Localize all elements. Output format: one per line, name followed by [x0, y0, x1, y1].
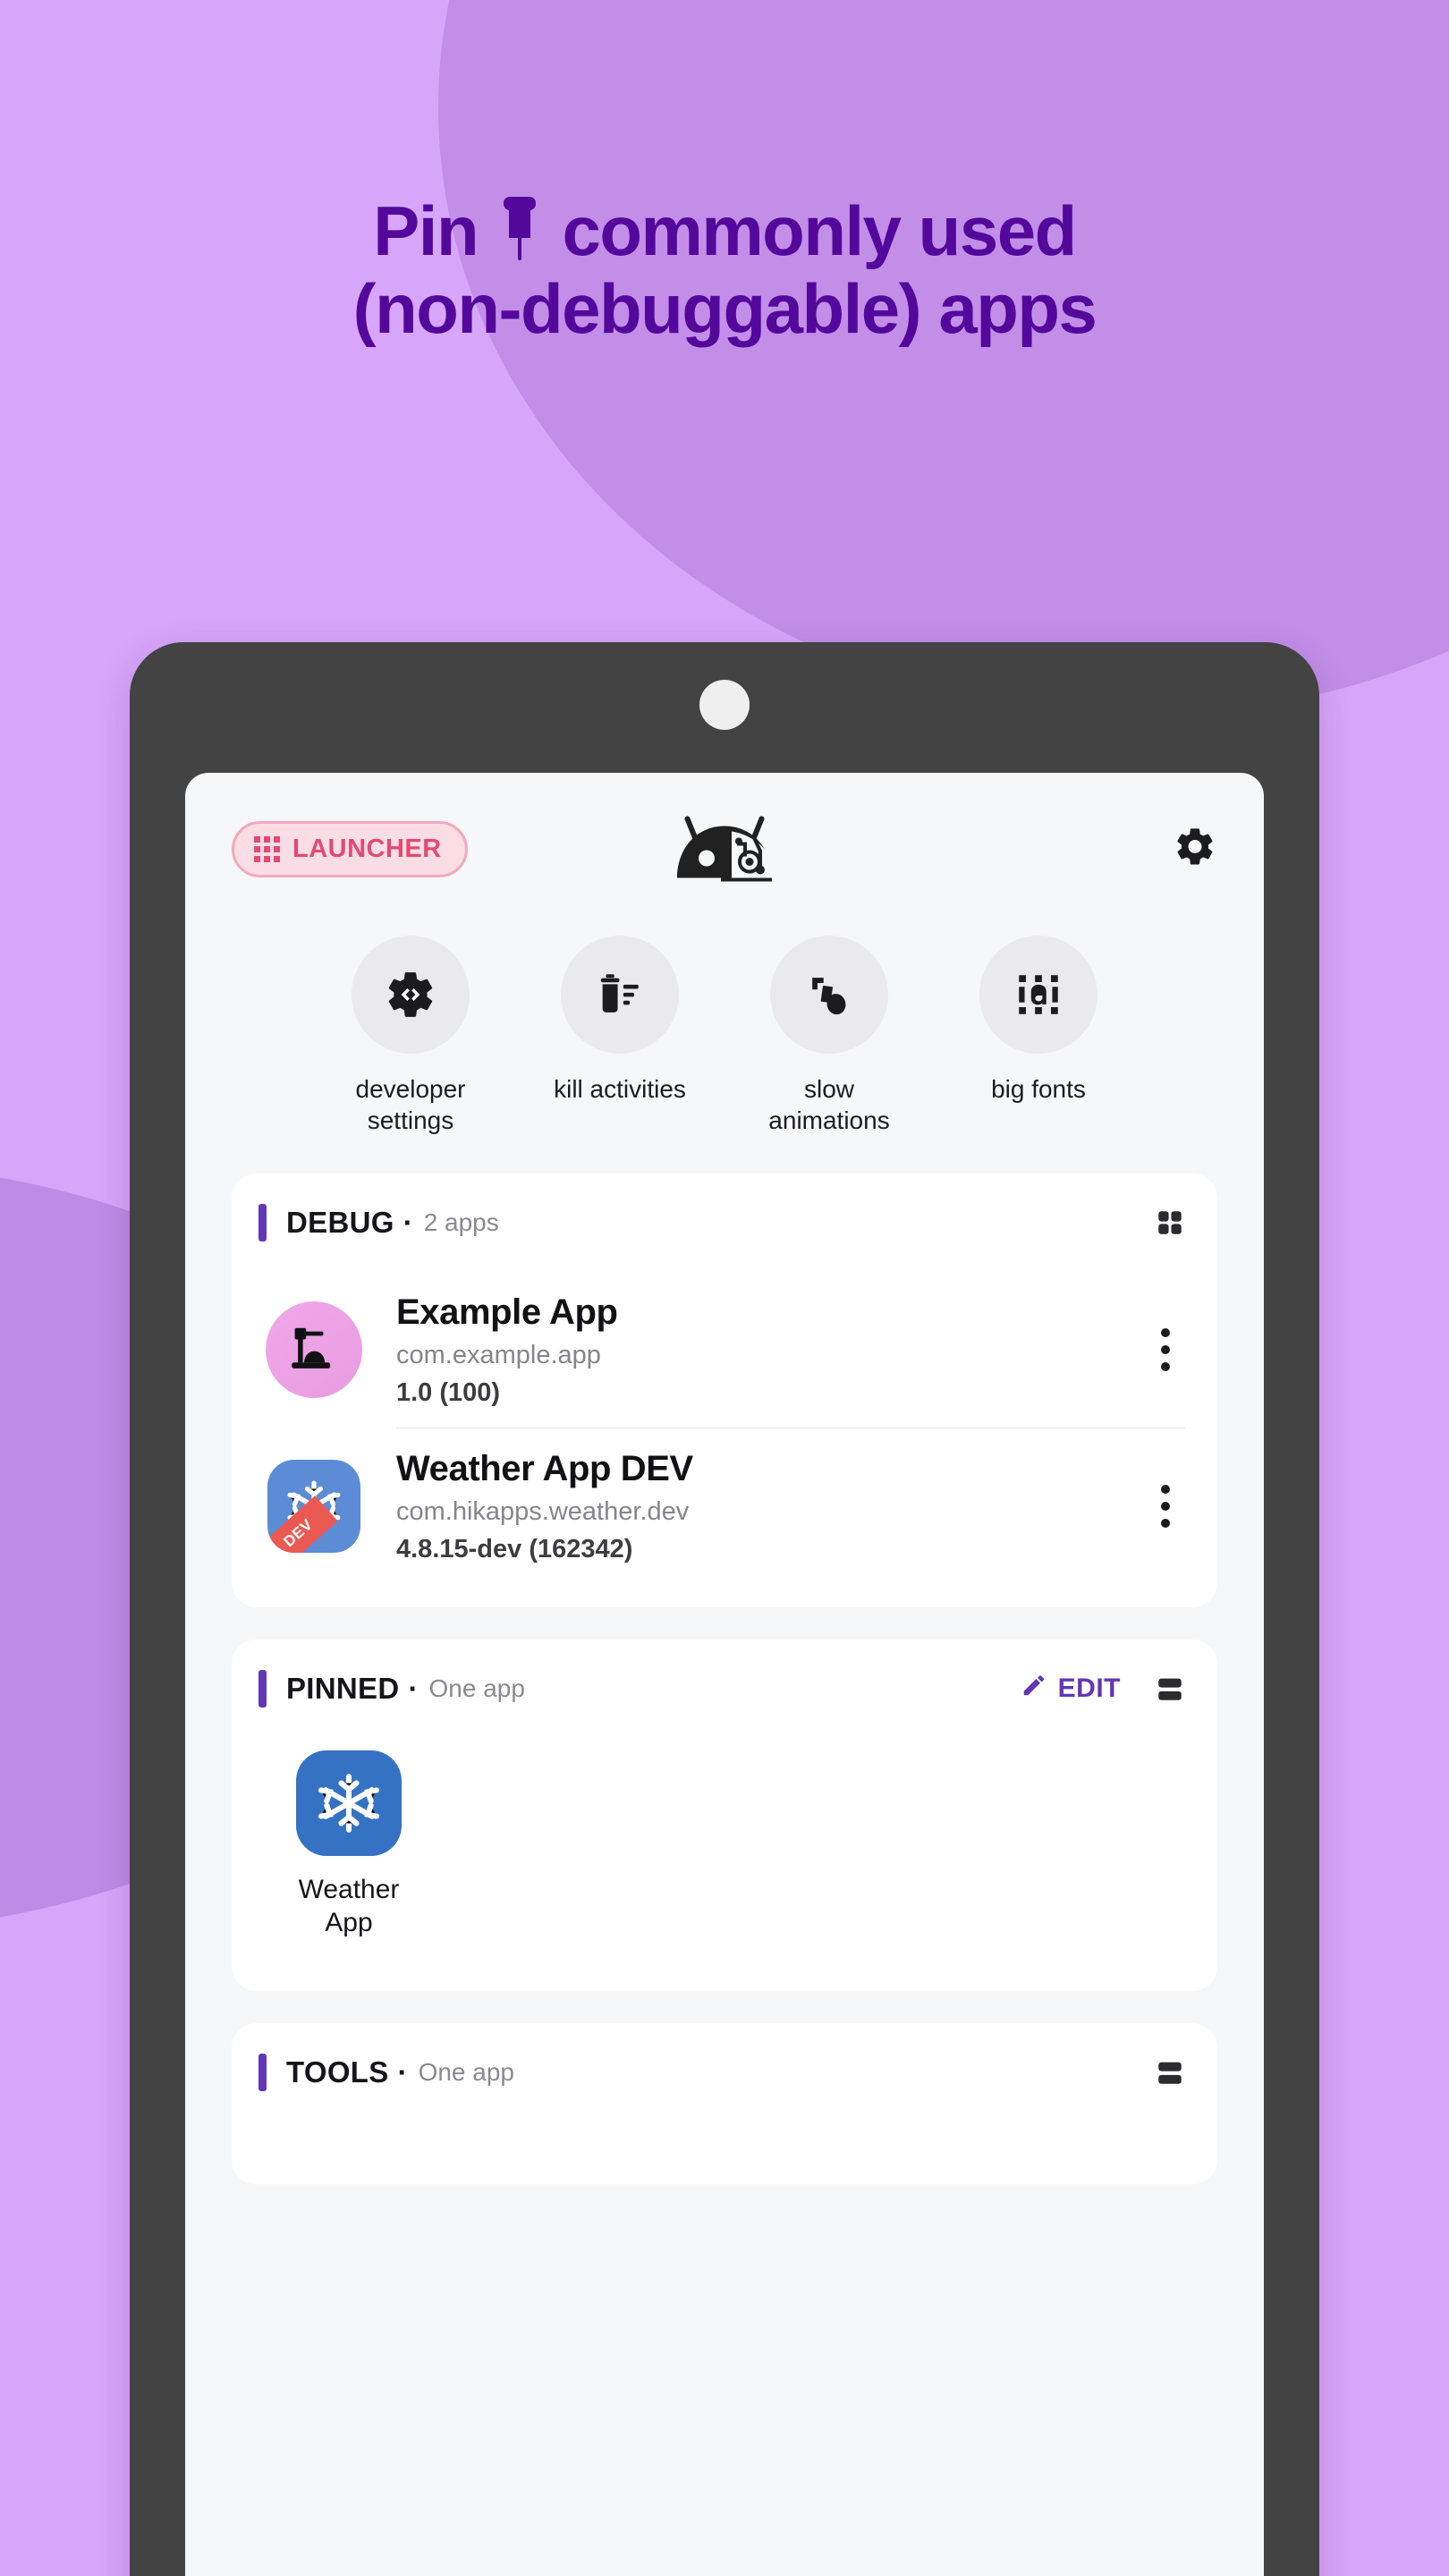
snowflake-icon [296, 1750, 402, 1856]
app-package: com.example.app [396, 1341, 601, 1369]
section-header-pinned: PINNED · One app EDIT [232, 1640, 1217, 1738]
phone-frame: LAUNCHER developer settings kill activit… [130, 642, 1319, 2576]
launcher-badge-label: LAUNCHER [292, 834, 442, 863]
section-count: One app [418, 2058, 514, 2087]
motion-blur-icon [770, 936, 888, 1054]
quick-action-slow-animations[interactable]: slow animations [738, 936, 920, 1136]
table-row[interactable]: DEV Weather App DEV com.hikapps.weather.… [232, 1428, 1217, 1584]
pushpin-icon [496, 194, 544, 264]
section-card-pinned: PINNED · One app EDIT Weather App [232, 1640, 1217, 1992]
headline-text-after-pin: commonly used [562, 191, 1077, 270]
quick-action-label: big fonts [991, 1075, 1086, 1103]
section-title: DEBUG [286, 1206, 394, 1239]
pinned-app-label: Weather App [298, 1875, 400, 1937]
edit-button[interactable]: EDIT [1021, 1672, 1121, 1706]
section-header-tools: TOOLS · One app [232, 2023, 1217, 2122]
table-row[interactable]: Example App com.example.app 1.0 (100) [232, 1272, 1217, 1428]
apps-grid-icon [254, 835, 280, 862]
headline-text-before-pin: Pin [373, 191, 479, 270]
section-header-debug: DEBUG · 2 apps [232, 1174, 1217, 1272]
section-separator: · [408, 1672, 419, 1705]
pinned-apps-grid: Weather App [232, 1738, 1217, 1991]
app-package: com.hikapps.weather.dev [396, 1497, 690, 1526]
edit-button-label: EDIT [1057, 1674, 1121, 1703]
section-count: 2 apps [423, 1208, 499, 1236]
phone-screen: LAUNCHER developer settings kill activit… [185, 773, 1264, 2576]
quick-action-developer-settings[interactable]: developer settings [319, 936, 502, 1136]
app-name: Weather App DEV [396, 1449, 693, 1488]
list-view-icon[interactable] [1155, 2057, 1185, 2088]
quick-action-label: kill activities [554, 1075, 686, 1103]
app-version: 1.0 (100) [396, 1378, 501, 1407]
headline-line-2: (non-debuggable) apps [352, 269, 1097, 349]
app-version: 4.8.15-dev (162342) [396, 1535, 633, 1563]
quick-actions-row: developer settings kill activities slow … [185, 925, 1264, 1174]
section-card-tools: TOOLS · One app [232, 2023, 1217, 2185]
example-app-icon [264, 1300, 364, 1400]
kebab-menu-icon[interactable] [1131, 1485, 1185, 1528]
snowflake-dev-icon: DEV [264, 1456, 364, 1556]
section-title: PINNED [286, 1672, 400, 1705]
gear-icon[interactable] [1173, 825, 1217, 874]
promo-headline: Pin commonly used (non-debuggable) apps [0, 191, 1449, 349]
pencil-icon [1021, 1672, 1047, 1706]
section-accent-bar [258, 1204, 267, 1241]
front-camera [699, 680, 750, 730]
app-name: Example App [396, 1292, 618, 1332]
trash-list-icon [561, 936, 679, 1054]
quick-action-big-fonts[interactable]: big fonts [947, 936, 1130, 1136]
quick-action-label: slow animations [768, 1075, 890, 1134]
grid-view-icon[interactable] [1155, 1208, 1185, 1238]
section-separator: · [402, 1206, 413, 1239]
section-separator: · [397, 2055, 408, 2089]
section-title: TOOLS [286, 2055, 389, 2089]
kebab-menu-icon[interactable] [1131, 1328, 1185, 1371]
list-view-icon[interactable] [1155, 1674, 1185, 1704]
dev-ribbon-label: DEV [280, 1515, 317, 1551]
section-card-debug: DEBUG · 2 apps Example App com.example.a… [232, 1174, 1217, 1607]
quick-action-label: developer settings [355, 1075, 466, 1134]
section-accent-bar [258, 1670, 267, 1707]
section-count: One app [428, 1674, 525, 1702]
launcher-badge-button[interactable]: LAUNCHER [232, 820, 468, 877]
android-head-icon [671, 812, 778, 886]
list-item[interactable]: Weather App [264, 1750, 434, 1939]
quick-action-kill-activities[interactable]: kill activities [529, 936, 711, 1136]
gear-code-icon [352, 936, 470, 1054]
section-accent-bar [258, 2054, 267, 2092]
app-details: Example App com.example.app 1.0 (100) [396, 1292, 1131, 1408]
font-size-icon [979, 936, 1097, 1054]
app-top-bar: LAUNCHER [185, 773, 1264, 925]
app-details: Weather App DEV com.hikapps.weather.dev … [396, 1448, 1131, 1564]
